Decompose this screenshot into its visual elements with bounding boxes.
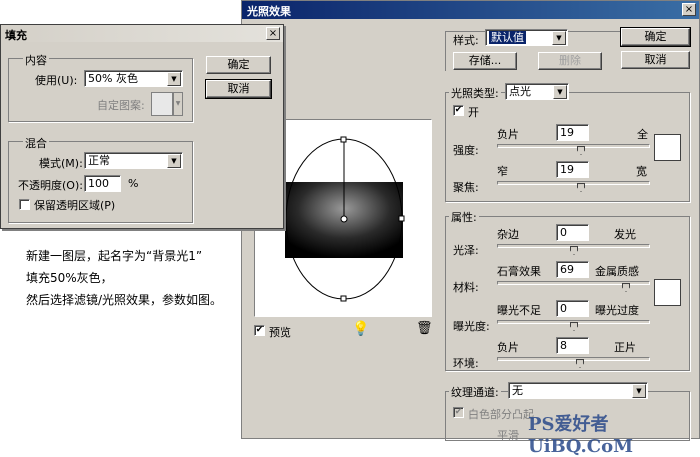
lighting-close-button[interactable]: × — [682, 3, 696, 16]
properties-group — [445, 216, 690, 371]
style-label: 样式: — [453, 34, 479, 47]
fill-title: 填充 — [5, 29, 27, 42]
lighting-effects-dialog: 光照效果 × ✔ 预览 💡 🗑 样式: 默认值 ▼ 存储... 删除 确定 取消… — [241, 0, 700, 442]
focus-slider-track[interactable] — [497, 181, 650, 185]
light-type-select[interactable]: 点光 ▼ — [505, 83, 569, 100]
light-on-label: 开 — [468, 106, 479, 119]
note-line-2: 填充50%灰色， — [26, 271, 113, 285]
fill-cancel-button[interactable]: 取消 — [205, 79, 272, 99]
texture-label: 纹理通道: — [449, 384, 501, 400]
light-type-value: 点光 — [509, 85, 531, 98]
intensity-max-label: 全 — [637, 128, 648, 141]
chevron-down-icon: ▼ — [632, 384, 646, 398]
blending-label: 混合 — [23, 135, 49, 151]
lightbulb-icon[interactable]: 💡 — [352, 321, 369, 337]
intensity-label: 强度: — [453, 144, 479, 157]
ok-button[interactable]: 确定 — [620, 27, 691, 47]
opacity-label: 不透明度(O): — [18, 179, 83, 192]
light-right-handle — [398, 215, 405, 222]
tutorial-note: 新建一图层，起名字为“背景光1” 填充50%灰色， 然后选择滤镜/光照效果，参数… — [26, 245, 236, 311]
opacity-field[interactable]: 100 — [84, 175, 121, 192]
light-center-handle — [340, 215, 348, 223]
texture-value: 无 — [512, 384, 523, 397]
focus-max-label: 宽 — [636, 165, 647, 178]
light-color-swatch[interactable] — [654, 134, 681, 161]
chevron-down-icon: ▼ — [167, 72, 181, 86]
watermark-logo: PS爱好者 UiBQ.CoM — [528, 414, 634, 457]
note-line-1: 新建一图层，起名字为“背景光1” — [26, 249, 203, 263]
opacity-unit: % — [128, 177, 139, 190]
light-top-handle — [340, 136, 347, 143]
save-style-button[interactable]: 存储... — [453, 52, 517, 70]
delete-style-button[interactable]: 删除 — [538, 52, 602, 70]
contents-label: 内容 — [23, 52, 49, 68]
style-select[interactable]: 默认值 ▼ — [485, 29, 568, 46]
chevron-down-icon[interactable]: ▼ — [173, 92, 183, 116]
custom-pattern-swatch[interactable] — [151, 92, 173, 116]
preserve-transparency-checkbox[interactable] — [19, 199, 30, 210]
focus-value-field[interactable]: 19 — [556, 161, 589, 178]
use-label: 使用(U): — [35, 74, 78, 87]
light-on-checkbox[interactable]: ✔ — [453, 105, 464, 116]
style-value: 默认值 — [489, 31, 526, 44]
white-high-checkbox[interactable]: ✔ — [453, 407, 464, 418]
mode-value: 正常 — [88, 154, 110, 167]
custom-pattern-label: 自定图案: — [97, 99, 145, 112]
fill-title-bar[interactable]: 填充 — [1, 25, 283, 42]
trash-icon[interactable]: 🗑 — [416, 321, 433, 336]
height-label: 平滑 — [497, 429, 519, 442]
white-high-label: 白色部分凸起 — [468, 408, 534, 421]
intensity-min-label: 负片 — [497, 128, 519, 141]
use-value: 50% 灰色 — [88, 72, 138, 85]
chevron-down-icon: ▼ — [552, 31, 566, 45]
light-type-label: 光照类型: — [449, 85, 501, 101]
intensity-value-field[interactable]: 19 — [556, 124, 589, 141]
lighting-title-bar[interactable]: 光照效果 — [242, 1, 699, 19]
properties-label: 属性: — [449, 209, 479, 225]
cancel-button[interactable]: 取消 — [621, 51, 690, 69]
fill-ok-button[interactable]: 确定 — [206, 56, 271, 74]
preserve-transparency-label: 保留透明区域(P) — [34, 199, 116, 212]
chevron-down-icon: ▼ — [553, 85, 567, 99]
focus-label: 聚焦: — [453, 181, 479, 194]
fill-dialog: 填充 × 内容 使用(U): 50% 灰色 ▼ 自定图案: ▼ 确定 取消 混合… — [0, 24, 284, 229]
preview-checkbox[interactable]: ✔ — [254, 325, 265, 336]
intensity-slider-track[interactable] — [497, 144, 650, 148]
mode-select[interactable]: 正常 ▼ — [84, 152, 183, 169]
note-line-3: 然后选择滤镜/光照效果，参数如图。 — [26, 293, 223, 307]
focus-min-label: 窄 — [497, 165, 508, 178]
fill-close-button[interactable]: × — [266, 27, 280, 40]
light-bottom-handle — [340, 295, 347, 302]
lighting-title: 光照效果 — [247, 5, 291, 18]
chevron-down-icon: ▼ — [167, 154, 181, 168]
preview-label: 预览 — [269, 326, 291, 339]
mode-label: 模式(M): — [39, 157, 83, 170]
use-select[interactable]: 50% 灰色 ▼ — [84, 70, 183, 87]
texture-channel-select[interactable]: 无 ▼ — [508, 382, 648, 399]
